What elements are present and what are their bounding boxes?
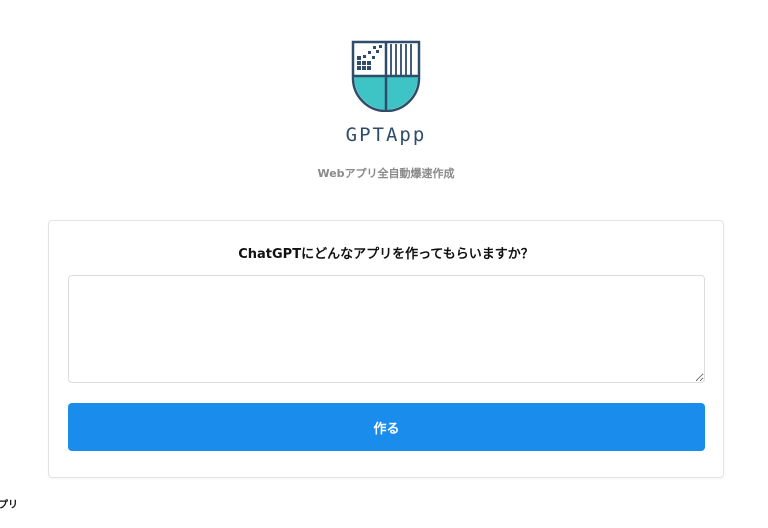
- prompt-input[interactable]: [68, 275, 705, 383]
- brand-name: GPTApp: [345, 124, 427, 146]
- make-button[interactable]: 作る: [68, 403, 705, 451]
- tagline: Webアプリ全自動爆速作成: [317, 167, 455, 180]
- prompt-question: ChatGPTにどんなアプリを作ってもらいますか？: [238, 247, 534, 262]
- page: GPTApp Webアプリ全自動爆速作成 ChatGPTにどんなアプリを作っても…: [0, 0, 768, 528]
- shield-logo-icon: [351, 40, 421, 112]
- prompt-card: ChatGPTにどんなアプリを作ってもらいますか？ 作る: [48, 220, 724, 478]
- footer-text: プリ: [0, 500, 18, 511]
